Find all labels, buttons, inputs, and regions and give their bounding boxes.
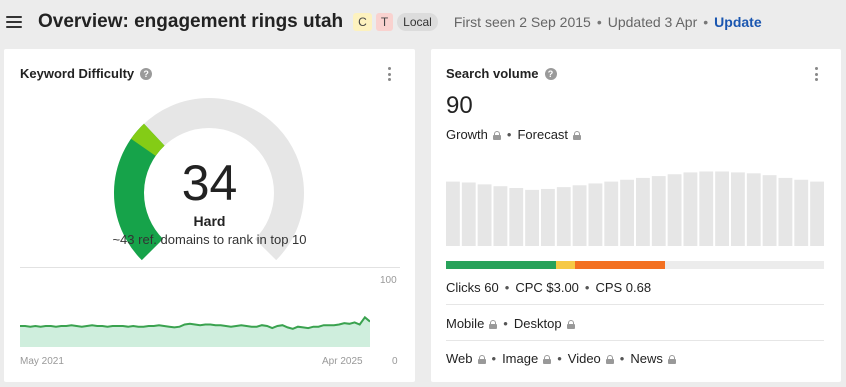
forecast-label[interactable]: Forecast bbox=[517, 127, 568, 142]
kd-value: 34 bbox=[181, 155, 238, 211]
separator-dot: • bbox=[596, 14, 602, 30]
volume-bar[interactable] bbox=[556, 187, 571, 246]
divider bbox=[20, 267, 400, 268]
page-title: Overview: engagement rings utah bbox=[38, 11, 344, 32]
lock-icon bbox=[667, 355, 676, 364]
separator-dot: • bbox=[506, 127, 512, 142]
volume-bar[interactable] bbox=[778, 177, 793, 246]
kd-trend-area bbox=[20, 317, 370, 347]
volume-bar[interactable] bbox=[715, 171, 729, 246]
help-icon[interactable]: ? bbox=[544, 67, 557, 80]
lock-icon bbox=[543, 355, 552, 364]
kd-more-options-icon[interactable] bbox=[386, 67, 392, 81]
separator-dot: • bbox=[703, 14, 709, 30]
volume-bar[interactable] bbox=[699, 171, 714, 246]
menu-icon[interactable] bbox=[6, 16, 22, 28]
separator-dot: • bbox=[584, 280, 590, 295]
search-volume-value: 90 bbox=[446, 92, 473, 119]
separator-dot: • bbox=[503, 316, 508, 331]
lock-icon bbox=[492, 131, 501, 140]
volume-bar[interactable] bbox=[446, 181, 460, 246]
lock-icon bbox=[477, 355, 486, 364]
clicks-segment-no-click bbox=[665, 261, 824, 269]
separator-dot: • bbox=[491, 351, 497, 366]
kd-ref-domains-text: ~43 ref. domains to rank in top 10 bbox=[112, 232, 307, 247]
gauge-light-segment bbox=[130, 123, 165, 157]
help-icon[interactable]: ? bbox=[140, 67, 153, 80]
clicks-metrics-row: Clicks 60 • CPC $3.00 • CPS 0.68 bbox=[446, 280, 824, 295]
lock-icon bbox=[489, 320, 498, 329]
cps-value: CPS 0.68 bbox=[595, 280, 652, 295]
volume-bar[interactable] bbox=[683, 172, 698, 246]
sv-card-title: Search volume ? bbox=[446, 66, 557, 81]
volume-bar[interactable] bbox=[651, 176, 666, 246]
device-row: Mobile • Desktop bbox=[446, 316, 824, 331]
lock-icon bbox=[573, 131, 582, 140]
lock-icon bbox=[566, 320, 575, 329]
volume-bar[interactable] bbox=[620, 179, 634, 246]
volume-bar[interactable] bbox=[604, 181, 619, 246]
volume-bar[interactable] bbox=[746, 173, 761, 246]
search-volume-card: Search volume ? 90 Growth • Forecast Cli… bbox=[431, 49, 841, 382]
separator-dot: • bbox=[504, 280, 510, 295]
volume-bar[interactable] bbox=[731, 172, 745, 246]
cpc-value: CPC $3.00 bbox=[515, 280, 579, 295]
lock-icon bbox=[605, 355, 614, 364]
mobile-label[interactable]: Mobile bbox=[446, 316, 484, 331]
kd-y-min-label: 0 bbox=[392, 356, 398, 367]
desktop-label[interactable]: Desktop bbox=[514, 316, 562, 331]
volume-bar[interactable] bbox=[461, 182, 476, 246]
page-header: Overview: engagement rings utah C T Loca… bbox=[0, 0, 846, 44]
update-link[interactable]: Update bbox=[714, 14, 761, 30]
volume-bar[interactable] bbox=[541, 188, 555, 246]
updated-text: Updated 3 Apr bbox=[607, 14, 698, 30]
clicks-segment-organic bbox=[446, 261, 556, 269]
kd-x-start-label: May 2021 bbox=[20, 356, 64, 367]
sv-title-text: Search volume bbox=[446, 66, 539, 81]
volume-bar[interactable] bbox=[572, 185, 587, 246]
kd-title-text: Keyword Difficulty bbox=[20, 66, 135, 81]
volume-bar[interactable] bbox=[509, 188, 524, 246]
volume-bar[interactable] bbox=[667, 174, 682, 246]
video-label[interactable]: Video bbox=[568, 351, 601, 366]
clicks-distribution-bar bbox=[446, 261, 824, 269]
volume-bar[interactable] bbox=[588, 183, 603, 246]
news-label[interactable]: News bbox=[630, 351, 663, 366]
badge-transactional: T bbox=[375, 13, 394, 31]
kd-x-end-label: Apr 2025 bbox=[322, 356, 363, 367]
volume-bar[interactable] bbox=[762, 175, 777, 246]
kd-y-max-label: 100 bbox=[380, 275, 397, 286]
volume-bar[interactable] bbox=[477, 184, 492, 246]
volume-bar[interactable] bbox=[794, 179, 809, 246]
kd-trend-chart bbox=[20, 315, 370, 347]
volume-bar[interactable] bbox=[636, 177, 650, 246]
sv-more-options-icon[interactable] bbox=[813, 67, 819, 81]
separator-dot: • bbox=[557, 351, 562, 366]
clicks-value: Clicks 60 bbox=[446, 280, 499, 295]
keyword-difficulty-card: Keyword Difficulty ? 34 Hard ~43 ref. do… bbox=[4, 49, 415, 382]
volume-bar[interactable] bbox=[525, 189, 539, 246]
volume-history-chart bbox=[446, 171, 824, 246]
web-label[interactable]: Web bbox=[446, 351, 473, 366]
growth-forecast-row: Growth • Forecast bbox=[446, 127, 582, 142]
kd-difficulty-label: Hard bbox=[193, 213, 226, 229]
volume-bar[interactable] bbox=[493, 186, 508, 246]
badge-commercial: C bbox=[353, 13, 372, 31]
badge-local: Local bbox=[397, 13, 438, 31]
clicks-segment-serp bbox=[574, 261, 666, 269]
separator-dot: • bbox=[619, 351, 625, 366]
growth-label[interactable]: Growth bbox=[446, 127, 488, 142]
image-label[interactable]: Image bbox=[502, 351, 538, 366]
clicks-segment-paid bbox=[555, 261, 575, 269]
divider bbox=[446, 340, 824, 341]
volume-bars bbox=[446, 171, 824, 246]
first-seen-text: First seen 2 Sep 2015 bbox=[453, 14, 591, 30]
serp-type-row: Web • Image • Video • News bbox=[446, 351, 824, 366]
kd-card-title: Keyword Difficulty ? bbox=[20, 66, 153, 81]
divider bbox=[446, 304, 824, 305]
volume-bar[interactable] bbox=[810, 181, 824, 246]
